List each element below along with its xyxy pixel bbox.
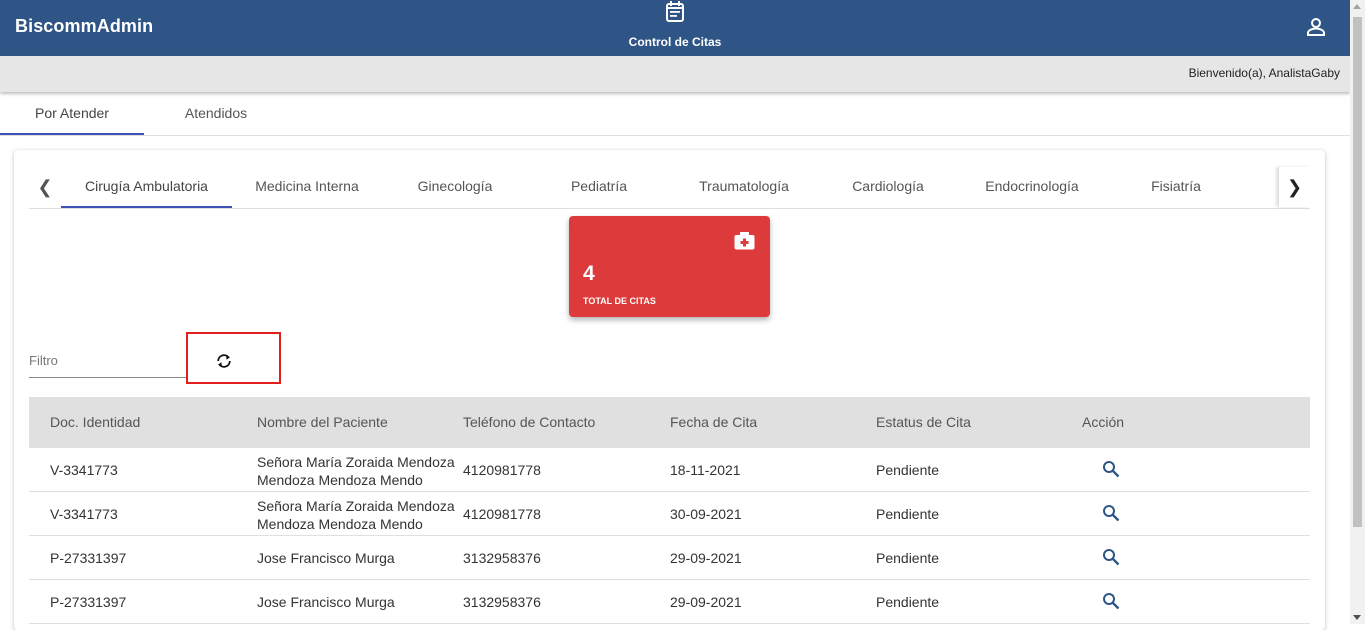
nav-label: Control de Citas [628,35,722,49]
nav-control-de-citas[interactable]: Control de Citas [600,0,750,56]
table-row: P-27331397 Jose Francisco Murga 31329583… [29,536,1310,580]
cell-name-line1: Señora María Zoraida Mendoza [257,454,455,470]
cell-date: 18-11-2021 [670,462,741,478]
tab-endocrinologia[interactable]: Endocrinología [960,167,1104,208]
cell-status: Pendiente [876,594,940,610]
medical-kit-icon [734,232,755,250]
citas-table: Doc. Identidad Nombre del Paciente Teléf… [29,397,1310,624]
chevron-left-icon[interactable]: ❮ [29,167,61,207]
cell-name-line1: Señora María Zoraida Mendoza [257,498,455,514]
tab-por-atender[interactable]: Por Atender [0,92,144,135]
search-icon[interactable] [1102,592,1120,610]
cell-status: Pendiente [876,506,940,522]
cell-name-line2: Mendoza Mendoza Mendo [257,472,423,488]
total-citas-value: 4 [583,262,595,285]
cell-date: 29-09-2021 [670,594,742,610]
header-doc-identidad: Doc. Identidad [50,414,141,430]
filter-field [29,345,187,378]
cell-name-line2: Mendoza Mendoza Mendo [257,516,423,532]
search-icon[interactable] [1102,460,1120,478]
table-row: V-3341773 Señora María Zoraida Mendoza M… [29,448,1310,492]
tab-traumatologia[interactable]: Traumatología [672,167,816,208]
chevron-right-icon[interactable]: ❯ [1278,167,1310,207]
header-estatus: Estatus de Cita [876,414,971,430]
header-nombre-paciente: Nombre del Paciente [257,414,388,430]
scrollbar-thumb[interactable] [1353,17,1362,527]
cell-phone: 3132958376 [463,594,541,610]
cell-status: Pendiente [876,462,940,478]
table-header: Doc. Identidad Nombre del Paciente Teléf… [29,397,1310,448]
calendar-icon [666,1,684,22]
app-brand[interactable]: BiscommAdmin [15,16,153,37]
total-citas-card: 4 TOTAL DE CITAS [569,216,770,317]
header-accion: Acción [1082,414,1125,430]
total-citas-caption: TOTAL DE CITAS [583,296,656,306]
table-row: P-27331397 Jose Francisco Murga 31329583… [29,580,1310,624]
main-tabs: Por Atender Atendidos [0,92,1350,136]
cell-date: 30-09-2021 [670,506,742,522]
tab-cirugia-ambulatoria[interactable]: Cirugía Ambulatoria [61,167,232,208]
welcome-text: Bienvenido(a), AnalistaGaby [1188,66,1340,80]
header-fecha-cita: Fecha de Cita [670,414,758,430]
cell-status: Pendiente [876,550,940,566]
cell-name: Jose Francisco Murga [257,550,395,566]
cell-doc: V-3341773 [50,506,118,522]
cell-name: Señora María Zoraida Mendoza Mendoza Men… [257,453,462,489]
app-header: BiscommAdmin Control de Citas [0,0,1350,56]
content-card: ❮ Cirugía Ambulatoria Medicina Interna G… [14,150,1325,630]
filter-input[interactable] [29,345,187,375]
cell-doc: P-27331397 [50,550,127,566]
cell-phone: 4120981778 [463,462,541,478]
tab-fisiatria[interactable]: Fisiatría [1104,167,1248,208]
search-icon[interactable] [1102,504,1120,522]
tab-pediatria[interactable]: Pediatría [527,167,671,208]
cell-name: Jose Francisco Murga [257,594,395,610]
cell-phone: 3132958376 [463,550,541,566]
cell-name: Señora María Zoraida Mendoza Mendoza Men… [257,497,462,533]
scroll-up-arrow-icon[interactable] [1353,4,1361,9]
table-row: V-3341773 Señora María Zoraida Mendoza M… [29,492,1310,536]
header-telefono: Teléfono de Contacto [463,414,596,430]
page-scrollbar[interactable] [1350,0,1365,624]
cell-doc: P-27331397 [50,594,127,610]
tab-atendidos[interactable]: Atendidos [144,92,288,135]
person-icon[interactable] [1305,16,1327,38]
tab-cardiologia[interactable]: Cardiología [816,167,960,208]
tab-ginecologia[interactable]: Ginecología [384,167,526,208]
cell-date: 29-09-2021 [670,550,742,566]
scroll-down-arrow-icon[interactable] [1353,615,1361,620]
tab-medicina-interna[interactable]: Medicina Interna [239,167,375,208]
specialty-tabs: ❮ Cirugía Ambulatoria Medicina Interna G… [29,167,1310,209]
refresh-icon [217,354,231,368]
cell-phone: 4120981778 [463,506,541,522]
cell-doc: V-3341773 [50,462,118,478]
refresh-button[interactable] [186,332,281,384]
welcome-bar: Bienvenido(a), AnalistaGaby [0,56,1350,92]
search-icon[interactable] [1102,548,1120,566]
